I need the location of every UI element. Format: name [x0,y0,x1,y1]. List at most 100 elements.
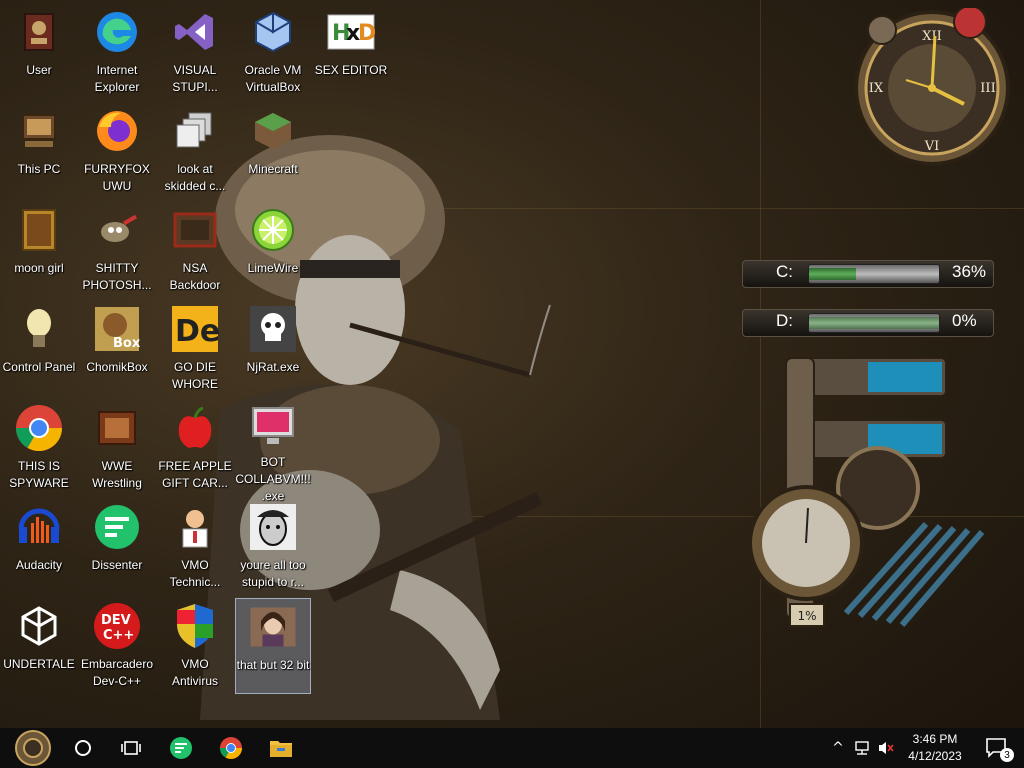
desktop-icon[interactable]: Minecraft [235,103,311,199]
desktop-icon-label: Internet Explorer [94,63,140,94]
svg-text:De: De [175,314,219,349]
desktop-icon[interactable]: LimeWire [235,202,311,298]
desktop-icon[interactable]: that but 32 bit [235,598,311,694]
drive-d-gadget[interactable]: D: 0% [742,305,1002,339]
desktop-icon[interactable]: THIS IS SPYWARE [1,400,77,496]
taskbar-chrome[interactable] [212,728,250,768]
taskbar-clock[interactable]: 3:46 PM 4/12/2023 [900,728,970,768]
desktop-icon-label: look at skidded c... [164,162,226,193]
desktop-icon[interactable]: VISUAL STUPI... [157,4,233,100]
desktop-icon[interactable]: Dissenter [79,499,155,595]
start-button[interactable] [8,728,58,768]
desktop-icon[interactable]: FREE APPLE GIFT CAR... [157,400,233,496]
unity-icon [15,602,63,650]
taskbar-file-explorer[interactable] [262,728,300,768]
clock-numeral-12: XII [922,29,942,44]
desktop-icon-label: This PC [17,162,61,176]
desktop-icon[interactable]: VMO Antivirus [157,598,233,694]
desktop-icon[interactable]: User [1,4,77,100]
svg-text:DEV: DEV [101,613,131,628]
desktop-icon[interactable]: NSA Backdoor [157,202,233,298]
desktop-icon-label: FREE APPLE GIFT CAR... [158,459,232,490]
desktop-icon[interactable]: moon girl [1,202,77,298]
desktop-icon-label: that but 32 bit [236,658,310,672]
drive-usage-bar [808,313,940,333]
desktop-icon[interactable]: UNDERTALE [1,598,77,694]
desktop-icon[interactable]: BOT COLLABVM!!!.exe [235,400,311,503]
desktop-icon[interactable]: DEV C++ Embarcadero Dev-C++ [79,598,155,694]
desktop-icon[interactable]: Hx D SEX EDITOR [313,4,389,100]
chrome-icon [220,737,242,759]
desktop-icon-label: VMO Antivirus [171,657,218,688]
desktop-icon-label: Audacity [15,558,63,572]
cpu-ram-pipe-gadget[interactable]: 1% [746,348,1000,648]
network-tray-button[interactable] [850,728,874,768]
clock-numeral-3: III [980,81,995,96]
devcpp-icon: DEV C++ [93,602,141,650]
taskbar: ^ 3:46 PM 4/12/2023 3 [0,728,1024,768]
desktop-icon-label: Control Panel [2,360,76,374]
task-view-button[interactable] [112,728,150,768]
nsa-backdoor-icon [171,206,219,254]
desktop-icon[interactable]: look at skidded c... [157,103,233,199]
minecraft-icon [249,107,297,155]
drive-usage-fill [809,268,856,280]
desktop-icon-label: UNDERTALE [3,657,75,671]
limewire-icon [249,206,297,254]
desktop-icon[interactable]: De GO DIE WHORE [157,301,233,397]
desktop-icon-label: SHITTY PHOTOSH... [82,261,152,292]
chomikbox-icon: Box [93,305,141,353]
edge-icon [93,8,141,56]
svg-text:C++: C++ [103,628,134,643]
desktop-icon-label: FURRYFOX UWU [84,162,150,193]
desktop-icon-label: THIS IS SPYWARE [9,459,69,490]
taskbar-date: 4/12/2023 [908,749,962,763]
action-center-button[interactable]: 3 [978,728,1016,768]
desktop-icon-label: Dissenter [91,558,143,572]
taskbar-dissenter[interactable] [162,728,200,768]
desktop-icon[interactable]: WWE Wrestling [79,400,155,496]
drive-c-gadget[interactable]: C: 36% [742,256,1002,290]
audacity-icon [15,503,63,551]
notification-count-badge: 3 [1000,748,1014,762]
apple-icon [171,404,219,452]
chevron-up-icon: ^ [832,740,844,756]
desktop-icon[interactable]: This PC [1,103,77,199]
desktop-icon-label: GO DIE WHORE [172,360,218,391]
desktop-icon-label: VMO Technic... [169,558,221,589]
desktop-icon-label: NSA Backdoor [169,261,221,292]
desktop-icon[interactable]: NjRat.exe [235,301,311,397]
desktop-icon-label: Minecraft [248,162,298,176]
steampunk-clock-gadget[interactable]: XII III VI IX [852,8,1012,168]
desktop-icon-label: Oracle VM VirtualBox [244,63,302,94]
desktop-icon[interactable]: FURRYFOX UWU [79,103,155,199]
desktop-icon[interactable]: Oracle VM VirtualBox [235,4,311,100]
desktop-icon[interactable]: youre all too stupid to r... [235,499,311,595]
show-hidden-icons-button[interactable]: ^ [828,728,848,768]
desktop-icon-label: Embarcadero Dev-C++ [80,657,154,688]
wallpaper-line [400,208,1024,209]
desktop-icon[interactable]: VMO Technic... [157,499,233,595]
desktop-icon[interactable]: SHITTY PHOTOSH... [79,202,155,298]
taskbar-time: 3:46 PM [912,732,958,746]
task-view-icon [121,741,141,755]
drive-usage-fill [809,317,939,329]
clock-numeral-6: VI [924,139,940,154]
shield-icon [171,602,219,650]
desktop-icon[interactable]: Box ChomikBox [79,301,155,397]
user-folder-icon [15,8,63,56]
drive-letter: C: [776,262,793,281]
desktop-icon[interactable]: Internet Explorer [79,4,155,100]
desktop-icon[interactable]: Audacity [1,499,77,595]
folder-icon [270,741,292,757]
shortcut-stack-icon [171,107,219,155]
bot-monitor-icon [249,404,297,448]
moon-girl-icon [15,206,63,254]
desktop-icon-label: VISUAL STUPI... [172,63,218,94]
portrait-icon [249,603,297,651]
desktop-icon-label: User [26,63,52,77]
drive-usage-percent: 36% [952,262,987,281]
desktop-icon[interactable]: Control Panel [1,301,77,397]
cortana-button[interactable] [64,728,102,768]
volume-tray-button[interactable] [874,728,898,768]
